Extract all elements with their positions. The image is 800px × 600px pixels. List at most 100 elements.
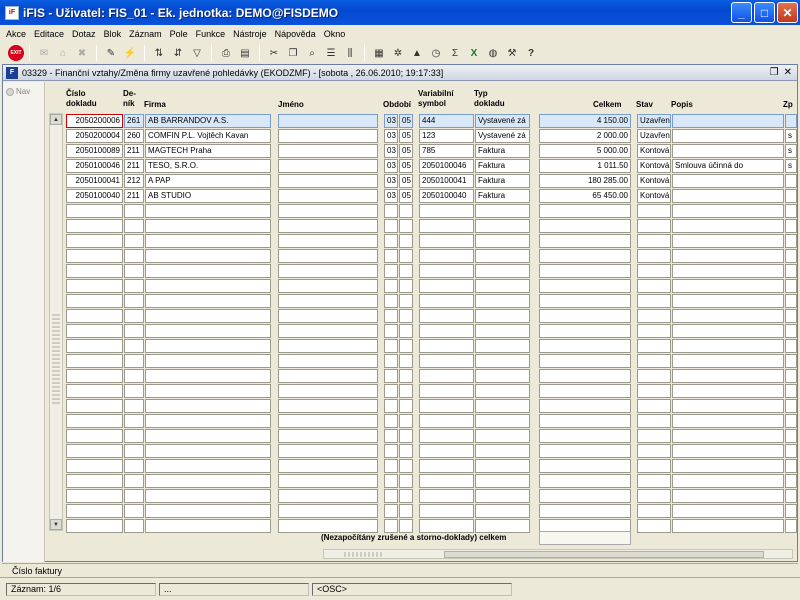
cell-cislo[interactable] <box>66 279 123 293</box>
cell-zp[interactable] <box>785 264 797 278</box>
cell-typ[interactable] <box>475 234 530 248</box>
cell-varsym[interactable] <box>419 384 474 398</box>
cell-varsym[interactable] <box>419 204 474 218</box>
cell-o2[interactable] <box>399 309 413 323</box>
cell-zp[interactable] <box>785 339 797 353</box>
cell-celkem[interactable] <box>539 414 631 428</box>
cell-zp[interactable] <box>785 219 797 233</box>
cell-popis[interactable] <box>672 189 784 203</box>
hscroll-grip[interactable] <box>344 552 384 557</box>
cell-jmeno[interactable] <box>278 399 378 413</box>
cell-firma[interactable] <box>145 204 271 218</box>
cell-popis[interactable] <box>672 459 784 473</box>
cell-o2[interactable] <box>399 429 413 443</box>
cell-denik[interactable] <box>124 204 144 218</box>
cell-zp[interactable] <box>785 519 797 533</box>
print-preview-icon[interactable]: ⌂ <box>54 44 72 62</box>
cell-o2[interactable]: 05 <box>399 144 413 158</box>
cell-zp[interactable] <box>785 369 797 383</box>
warning-icon[interactable]: ▲ <box>408 44 426 62</box>
cell-stav[interactable] <box>637 204 671 218</box>
cell-firma[interactable] <box>145 369 271 383</box>
cell-celkem[interactable] <box>539 339 631 353</box>
cell-typ[interactable] <box>475 384 530 398</box>
cell-firma[interactable] <box>145 354 271 368</box>
cell-celkem[interactable]: 5 000.00 <box>539 144 631 158</box>
cell-popis[interactable] <box>672 324 784 338</box>
cell-o2[interactable] <box>399 399 413 413</box>
cell-varsym[interactable] <box>419 219 474 233</box>
cell-stav[interactable] <box>637 384 671 398</box>
menu-item[interactable]: Nápověda <box>271 29 320 39</box>
excel-icon[interactable]: X <box>465 44 483 62</box>
cell-celkem[interactable]: 180 285.00 <box>539 174 631 188</box>
cell-popis[interactable] <box>672 504 784 518</box>
cell-stav[interactable] <box>637 324 671 338</box>
cell-typ[interactable]: Vystavené zá <box>475 129 530 143</box>
print-icon[interactable]: ⎙ <box>217 44 235 62</box>
minimize-button[interactable]: _ <box>731 2 752 23</box>
cell-stav[interactable] <box>637 249 671 263</box>
cell-popis[interactable] <box>672 444 784 458</box>
cell-zp[interactable] <box>785 504 797 518</box>
cell-o1[interactable] <box>384 234 398 248</box>
cell-o2[interactable]: 05 <box>399 189 413 203</box>
cell-cislo[interactable] <box>66 399 123 413</box>
cell-celkem[interactable] <box>539 384 631 398</box>
cell-o2[interactable] <box>399 354 413 368</box>
copy-icon[interactable]: ❐ <box>284 44 302 62</box>
cell-denik[interactable] <box>124 264 144 278</box>
cell-denik[interactable] <box>124 504 144 518</box>
cell-denik[interactable]: 211 <box>124 144 144 158</box>
cell-varsym[interactable] <box>419 489 474 503</box>
cell-jmeno[interactable] <box>278 129 378 143</box>
cell-jmeno[interactable] <box>278 504 378 518</box>
cell-typ[interactable]: Faktura <box>475 144 530 158</box>
cell-o2[interactable] <box>399 324 413 338</box>
cell-varsym[interactable] <box>419 309 474 323</box>
query-enter-icon[interactable]: ✎ <box>102 44 120 62</box>
cell-celkem[interactable]: 2 000.00 <box>539 129 631 143</box>
cell-zp[interactable] <box>785 489 797 503</box>
cell-jmeno[interactable] <box>278 414 378 428</box>
cell-firma[interactable]: AB STUDIO <box>145 189 271 203</box>
cell-stav[interactable] <box>637 459 671 473</box>
cell-varsym[interactable] <box>419 264 474 278</box>
exit-icon[interactable]: EXIT <box>8 45 24 61</box>
cell-varsym[interactable] <box>419 339 474 353</box>
cell-denik[interactable]: 260 <box>124 129 144 143</box>
menu-item[interactable]: Nástroje <box>229 29 271 39</box>
cell-denik[interactable]: 211 <box>124 159 144 173</box>
cell-cislo[interactable] <box>66 309 123 323</box>
cell-stav[interactable] <box>637 519 671 533</box>
cell-jmeno[interactable] <box>278 264 378 278</box>
cell-celkem[interactable] <box>539 444 631 458</box>
cell-celkem[interactable] <box>539 234 631 248</box>
cell-zp[interactable] <box>785 114 797 128</box>
cell-varsym[interactable] <box>419 324 474 338</box>
cell-o1[interactable] <box>384 204 398 218</box>
cell-denik[interactable] <box>124 414 144 428</box>
cell-popis[interactable] <box>672 219 784 233</box>
cell-typ[interactable] <box>475 399 530 413</box>
cell-stav[interactable] <box>637 219 671 233</box>
menu-item[interactable]: Blok <box>100 29 126 39</box>
cell-denik[interactable]: 212 <box>124 174 144 188</box>
cell-varsym[interactable] <box>419 369 474 383</box>
sort-desc-icon[interactable]: ⇵ <box>169 44 187 62</box>
cell-jmeno[interactable] <box>278 354 378 368</box>
cell-varsym[interactable] <box>419 474 474 488</box>
cell-zp[interactable] <box>785 279 797 293</box>
cell-firma[interactable] <box>145 279 271 293</box>
cell-cislo[interactable] <box>66 294 123 308</box>
cell-o1[interactable] <box>384 279 398 293</box>
cell-stav[interactable] <box>637 294 671 308</box>
cell-firma[interactable] <box>145 234 271 248</box>
cell-o2[interactable] <box>399 519 413 533</box>
cell-jmeno[interactable] <box>278 249 378 263</box>
cell-varsym[interactable] <box>419 399 474 413</box>
cell-zp[interactable] <box>785 474 797 488</box>
cell-zp[interactable] <box>785 204 797 218</box>
cell-jmeno[interactable] <box>278 219 378 233</box>
web-icon[interactable]: ◍ <box>484 44 502 62</box>
